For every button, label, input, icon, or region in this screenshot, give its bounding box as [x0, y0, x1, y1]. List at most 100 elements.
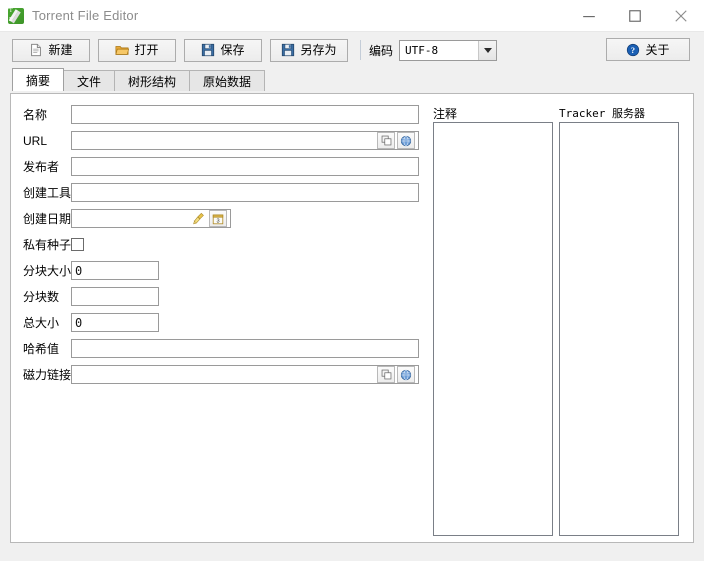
label-hash: 哈希值: [23, 342, 60, 356]
maximize-icon: [629, 9, 641, 22]
new-document-icon: [31, 43, 42, 57]
tab-raw-data[interactable]: 原始数据: [189, 70, 266, 91]
url-open-button[interactable]: [397, 132, 415, 149]
label-url: URL: [23, 133, 48, 148]
chevron-down-icon: [478, 40, 497, 60]
magnet-input[interactable]: [71, 365, 419, 384]
label-private: 私有种子: [23, 238, 72, 252]
creation-date-buttons: 3: [187, 210, 229, 227]
field-row-total-size: 总大小 0: [11, 312, 159, 333]
tab-tree-structure[interactable]: 树形结构: [114, 70, 191, 91]
encoding-select[interactable]: UTF-8: [399, 39, 498, 61]
field-row-magnet: 磁力链接: [11, 364, 419, 385]
magnet-copy-button[interactable]: [377, 366, 395, 383]
globe-open-icon: [400, 135, 412, 146]
comment-label: 注释: [433, 107, 458, 121]
field-row-hash: 哈希值: [11, 338, 419, 359]
toolbar: 新建 打开 保存 另存为 编码 UTF-8 ? 关于: [0, 32, 704, 68]
url-buttons: [375, 132, 417, 149]
tab-summary[interactable]: 摘要: [12, 68, 65, 91]
comment-textarea[interactable]: [433, 122, 553, 536]
label-creation-date: 创建日期: [23, 212, 72, 226]
toolbar-divider: [360, 40, 361, 60]
tab-summary-label: 摘要: [26, 73, 51, 88]
hash-input[interactable]: [71, 339, 419, 358]
tab-raw-data-label: 原始数据: [203, 74, 252, 89]
label-name: 名称: [23, 108, 48, 122]
about-button[interactable]: ? 关于: [606, 38, 690, 61]
label-magnet: 磁力链接: [23, 368, 72, 382]
about-button-label: 关于: [645, 43, 670, 57]
field-row-creation-date: 创建日期 3: [11, 208, 231, 229]
field-row-piece-size: 分块大小 0: [11, 260, 159, 281]
url-input[interactable]: [71, 131, 419, 150]
tracker-label: Tracker 服务器: [559, 107, 645, 120]
floppy-save-as-icon: [282, 43, 295, 57]
close-button[interactable]: [658, 0, 704, 31]
creation-date-input[interactable]: 3: [71, 209, 231, 228]
encoding-value: UTF-8: [405, 43, 439, 57]
creation-date-clear-button[interactable]: [189, 210, 207, 227]
floppy-save-icon: [202, 43, 215, 57]
app-icon: T E: [8, 7, 24, 24]
magnet-buttons: [375, 366, 417, 383]
summary-panel: 名称 URL 发布者 创建工具 创建日期 3 私有种子 分块大小 0 分块数 总…: [10, 93, 694, 543]
tab-bar: 摘要 文件 树形结构 原始数据: [0, 68, 704, 91]
help-question-icon: ?: [627, 43, 640, 56]
tracker-textarea[interactable]: [559, 122, 679, 536]
svg-text:3: 3: [216, 218, 219, 224]
globe-open-icon: [400, 369, 412, 380]
created-by-input[interactable]: [71, 183, 419, 202]
field-row-piece-count: 分块数: [11, 286, 159, 307]
window-title: Torrent File Editor: [32, 8, 139, 23]
label-piece-size: 分块大小: [23, 264, 72, 278]
app-icon-letter-top: T: [9, 7, 13, 14]
save-button[interactable]: 保存: [184, 38, 262, 62]
field-row-publisher: 发布者: [11, 156, 419, 177]
label-publisher: 发布者: [23, 160, 60, 174]
name-input[interactable]: [71, 105, 419, 124]
new-button[interactable]: 新建: [12, 38, 90, 62]
label-created-by: 创建工具: [23, 186, 72, 200]
piece-count-input[interactable]: [71, 287, 159, 306]
tab-files-label: 文件: [77, 74, 102, 89]
broom-clear-icon: [192, 212, 204, 225]
piece-size-input-value: 0: [75, 263, 83, 278]
field-row-created-by: 创建工具: [11, 182, 419, 203]
save-as-button-label: 另存为: [300, 43, 337, 57]
open-button[interactable]: 打开: [98, 38, 176, 62]
title-bar: T E Torrent File Editor: [0, 0, 704, 32]
field-row-url: URL: [11, 130, 419, 151]
field-row-name: 名称: [11, 104, 419, 125]
save-button-label: 保存: [220, 43, 245, 57]
app-icon-letter-bottom: E: [9, 16, 13, 23]
copy-icon: [381, 135, 391, 146]
private-checkbox[interactable]: [71, 238, 84, 251]
label-total-size: 总大小: [23, 316, 60, 330]
magnet-open-button[interactable]: [397, 366, 415, 383]
copy-icon: [381, 369, 391, 380]
toolbar-separator-group: 编码 UTF-8: [360, 39, 498, 61]
svg-text:?: ?: [631, 46, 635, 55]
window-controls: [566, 0, 704, 31]
total-size-input[interactable]: 0: [71, 313, 159, 332]
minimize-icon: [583, 15, 595, 17]
open-folder-icon: [115, 46, 130, 55]
piece-size-input[interactable]: 0: [71, 261, 159, 280]
save-as-button[interactable]: 另存为: [270, 38, 348, 62]
url-copy-button[interactable]: [377, 132, 395, 149]
creation-date-picker-button[interactable]: 3: [209, 210, 227, 227]
label-piece-count: 分块数: [23, 290, 60, 304]
total-size-input-value: 0: [75, 315, 83, 330]
close-icon: [675, 9, 687, 22]
open-button-label: 打开: [134, 43, 159, 57]
field-row-private: 私有种子: [11, 234, 84, 255]
new-button-label: 新建: [48, 43, 73, 57]
minimize-button[interactable]: [566, 0, 612, 31]
tab-tree-structure-label: 树形结构: [128, 74, 177, 89]
maximize-button[interactable]: [612, 0, 658, 31]
publisher-input[interactable]: [71, 157, 419, 176]
encoding-label: 编码: [369, 43, 394, 58]
calendar-icon: 3: [212, 214, 224, 224]
tab-files[interactable]: 文件: [63, 70, 116, 91]
